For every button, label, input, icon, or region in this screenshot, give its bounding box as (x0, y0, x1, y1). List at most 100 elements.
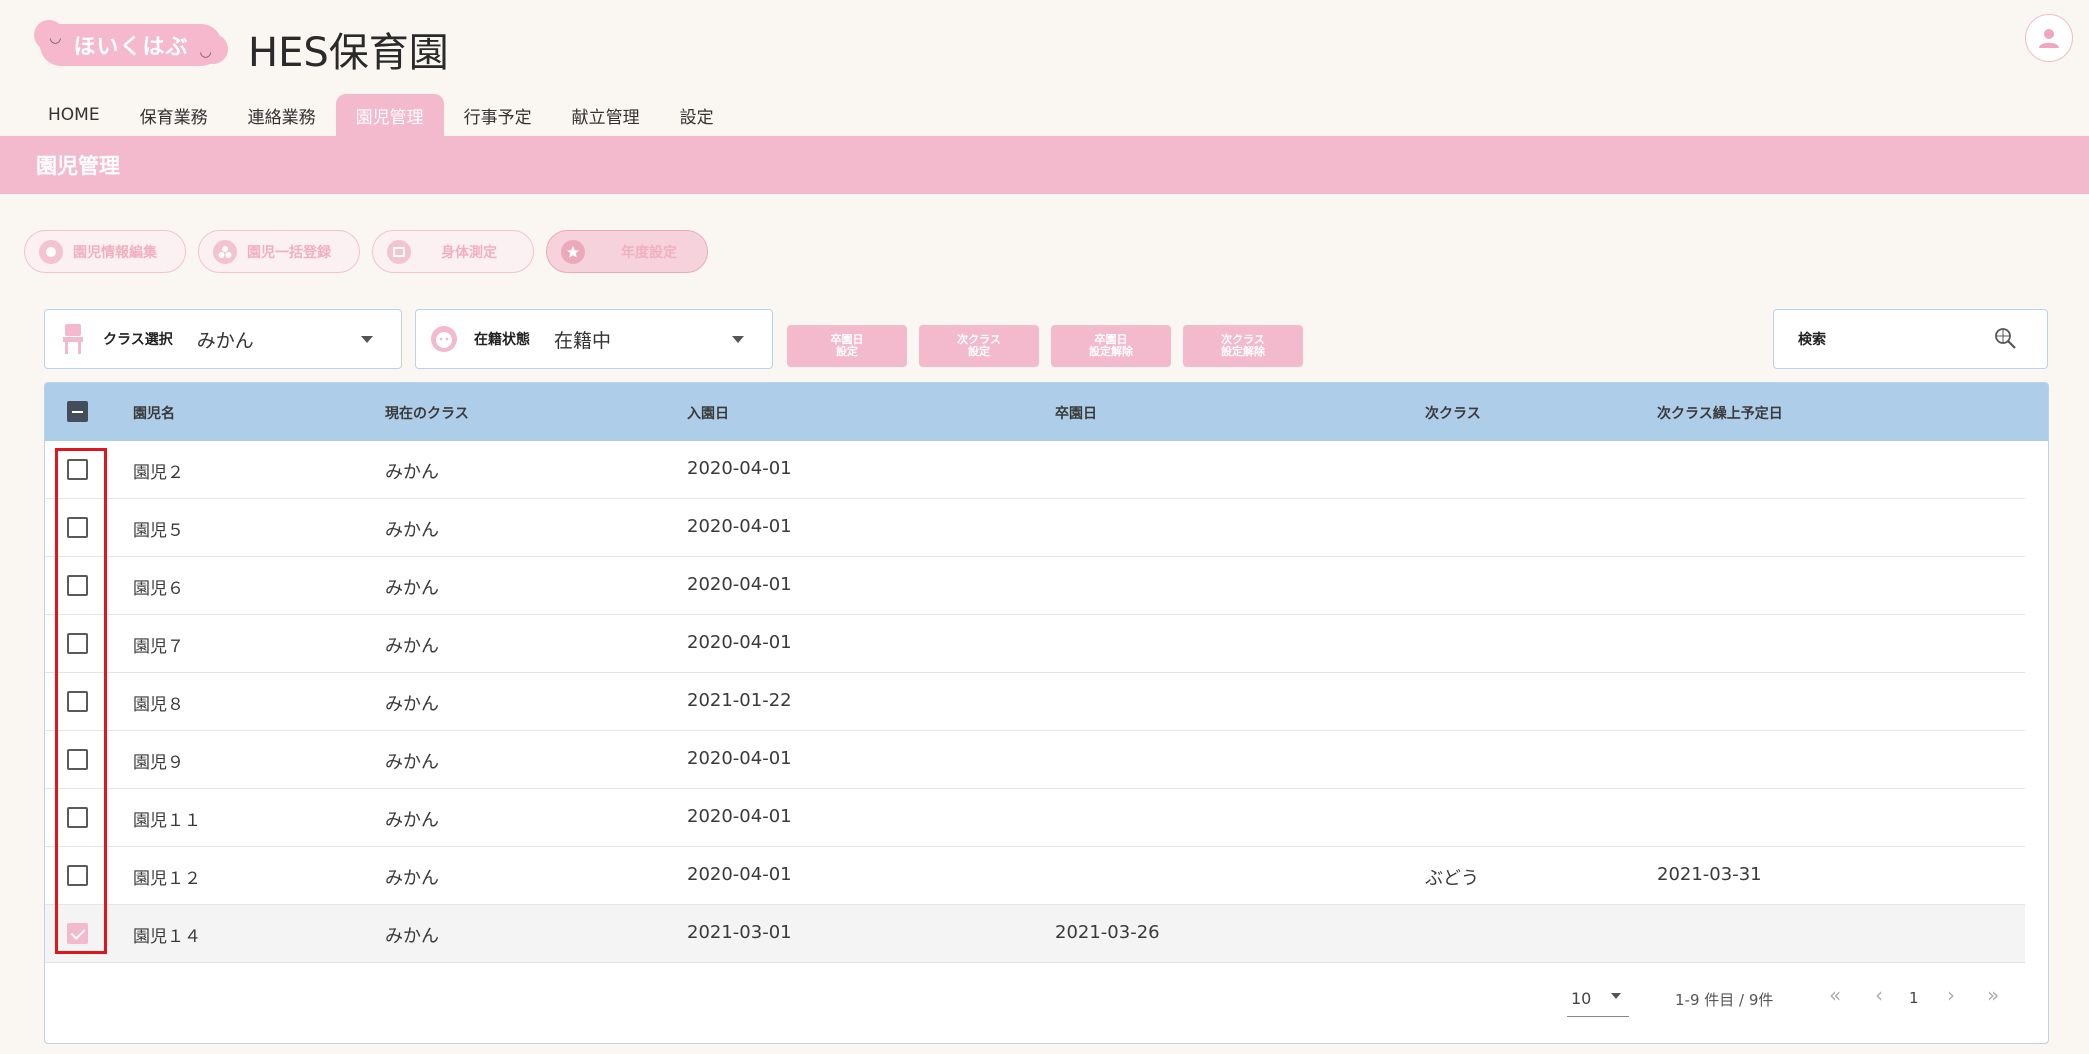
status-select-value: 在籍中 (554, 329, 612, 352)
row-checkbox[interactable] (67, 575, 88, 596)
user-icon (2039, 29, 2059, 48)
action-label-line2: 設定解除 (1089, 345, 1133, 358)
body-measurement-button[interactable]: 身体測定 (372, 230, 534, 273)
class-select[interactable]: クラス選択 みかん (44, 309, 402, 369)
search-icon[interactable] (1993, 326, 2017, 350)
user-account-button[interactable] (2025, 14, 2073, 62)
action-label-line2: 設定 (836, 345, 858, 358)
previous-page-icon[interactable]: ‹ (1875, 983, 1883, 1007)
fiscal-year-settings-button[interactable]: 年度設定 (546, 230, 708, 273)
child-face-icon (426, 321, 462, 357)
main-nav: HOME 保育業務 連絡業務 園児管理 行事予定 献立管理 設定 (28, 94, 734, 136)
status-select-label: 在籍状態 (474, 332, 530, 348)
table-row[interactable]: 園児１２ みかん 2020-04-01 ぶどう 2021-03-31 (45, 847, 2025, 905)
table-row[interactable]: 園児８ みかん 2021-01-22 (45, 673, 2025, 731)
row-checkbox[interactable] (67, 749, 88, 770)
chevron-down-icon (1611, 993, 1621, 999)
cell-entry-date: 2020-04-01 (687, 864, 792, 885)
table-row[interactable]: 園児２ みかん 2020-04-01 (45, 441, 2025, 499)
child-info-edit-button[interactable]: 園児情報編集 (24, 230, 186, 273)
tab-menu[interactable]: 献立管理 (552, 94, 660, 136)
cell-child-name: 園児７ (133, 637, 184, 657)
table-row[interactable]: 園児１１ みかん 2020-04-01 (45, 789, 2025, 847)
star-icon (561, 239, 585, 264)
table-row[interactable]: 園児６ みかん 2020-04-01 (45, 557, 2025, 615)
action-label-line2: 設定解除 (1221, 345, 1265, 358)
tab-settings[interactable]: 設定 (660, 94, 734, 136)
cell-child-name: 園児１１ (133, 811, 201, 831)
cell-child-name: 園児８ (133, 695, 184, 715)
enrollment-status-select[interactable]: 在籍状態 在籍中 (415, 309, 773, 369)
next-class-clear-button[interactable]: 次クラス 設定解除 (1183, 325, 1303, 367)
cell-current-class: みかん (385, 926, 439, 947)
column-header-graduation-date[interactable]: 卒園日 (1055, 403, 1097, 423)
table-row[interactable]: 園児１４ みかん 2021-03-01 2021-03-26 (45, 905, 2025, 963)
table-row[interactable]: 園児９ みかん 2020-04-01 (45, 731, 2025, 789)
cell-entry-date: 2020-04-01 (687, 458, 792, 479)
chair-icon (55, 321, 91, 357)
row-checkbox[interactable] (67, 865, 88, 886)
first-page-icon[interactable]: « (1829, 983, 1841, 1007)
row-checkbox[interactable] (67, 807, 88, 828)
tab-childcare[interactable]: 保育業務 (120, 94, 228, 136)
cell-current-class: みかん (385, 520, 439, 541)
pill-label: 身体測定 (441, 244, 497, 261)
cell-child-name: 園児２ (133, 463, 184, 483)
cell-child-name: 園児６ (133, 579, 184, 599)
pill-label: 園児一括登録 (247, 244, 331, 261)
last-page-icon[interactable]: » (1987, 983, 1999, 1007)
graduation-date-clear-button[interactable]: 卒園日 設定解除 (1051, 325, 1171, 367)
pill-label: 年度設定 (621, 244, 677, 261)
tab-communication[interactable]: 連絡業務 (228, 94, 336, 136)
row-checkbox[interactable] (67, 459, 88, 480)
logo-smile-icon: ◡ (200, 44, 212, 60)
select-all-checkbox[interactable] (67, 401, 88, 422)
tab-child-management[interactable]: 園児管理 (335, 94, 444, 136)
rows-per-page-value: 10 (1571, 989, 1592, 1008)
column-header-entry-date[interactable]: 入園日 (687, 403, 729, 423)
column-header-next-class-date[interactable]: 次クラス繰上予定日 (1657, 403, 1783, 423)
cell-graduation-date: 2021-03-26 (1055, 922, 1160, 943)
row-checkbox[interactable] (67, 691, 88, 712)
cell-entry-date: 2021-01-22 (687, 690, 792, 711)
row-checkbox[interactable] (67, 517, 88, 538)
search-label: 検索 (1798, 332, 1826, 348)
column-header-name[interactable]: 園児名 (133, 403, 175, 423)
next-page-icon[interactable]: › (1947, 983, 1955, 1007)
cell-entry-date: 2020-04-01 (687, 516, 792, 537)
cell-current-class: みかん (385, 868, 439, 889)
row-checkbox[interactable] (67, 923, 88, 944)
table-row[interactable]: 園児５ みかん 2020-04-01 (45, 499, 2025, 557)
rows-per-page-select[interactable]: 10 (1567, 983, 1629, 1017)
children-table: 園児名 現在のクラス 入園日 卒園日 次クラス 次クラス繰上予定日 園児２ みかん… (44, 382, 2049, 1044)
tab-events[interactable]: 行事予定 (444, 94, 552, 136)
chevron-down-icon (361, 336, 373, 343)
current-page-number: 1 (1909, 989, 1919, 1007)
child-bulk-register-button[interactable]: 園児一括登録 (198, 230, 360, 273)
search-input[interactable]: 検索 (1773, 309, 2048, 369)
cell-current-class: みかん (385, 810, 439, 831)
class-select-label: クラス選択 (103, 332, 173, 348)
cell-entry-date: 2021-03-01 (687, 922, 792, 943)
cell-entry-date: 2020-04-01 (687, 748, 792, 769)
action-label-line2: 設定 (968, 345, 990, 358)
logo-smile-icon: ◡ (50, 30, 62, 46)
cell-entry-date: 2020-04-01 (687, 806, 792, 827)
next-class-set-button[interactable]: 次クラス 設定 (919, 325, 1039, 367)
cell-current-class: みかん (385, 752, 439, 773)
tab-home[interactable]: HOME (28, 94, 120, 136)
class-select-value: みかん (196, 329, 254, 352)
table-row[interactable]: 園児７ みかん 2020-04-01 (45, 615, 2025, 673)
site-title: HES保育園 (248, 30, 449, 76)
column-header-next-class[interactable]: 次クラス (1425, 403, 1481, 423)
column-header-current-class[interactable]: 現在のクラス (385, 403, 469, 423)
cell-current-class: みかん (385, 462, 439, 483)
pill-label: 園児情報編集 (73, 244, 157, 261)
graduation-date-set-button[interactable]: 卒園日 設定 (787, 325, 907, 367)
cell-child-name: 園児５ (133, 521, 184, 541)
group-icon (213, 239, 237, 264)
row-checkbox[interactable] (67, 633, 88, 654)
app-logo[interactable]: ◡ ◡ ほいくはぶ (34, 20, 228, 66)
table-header: 園児名 現在のクラス 入園日 卒園日 次クラス 次クラス繰上予定日 (45, 383, 2048, 441)
cell-current-class: みかん (385, 694, 439, 715)
